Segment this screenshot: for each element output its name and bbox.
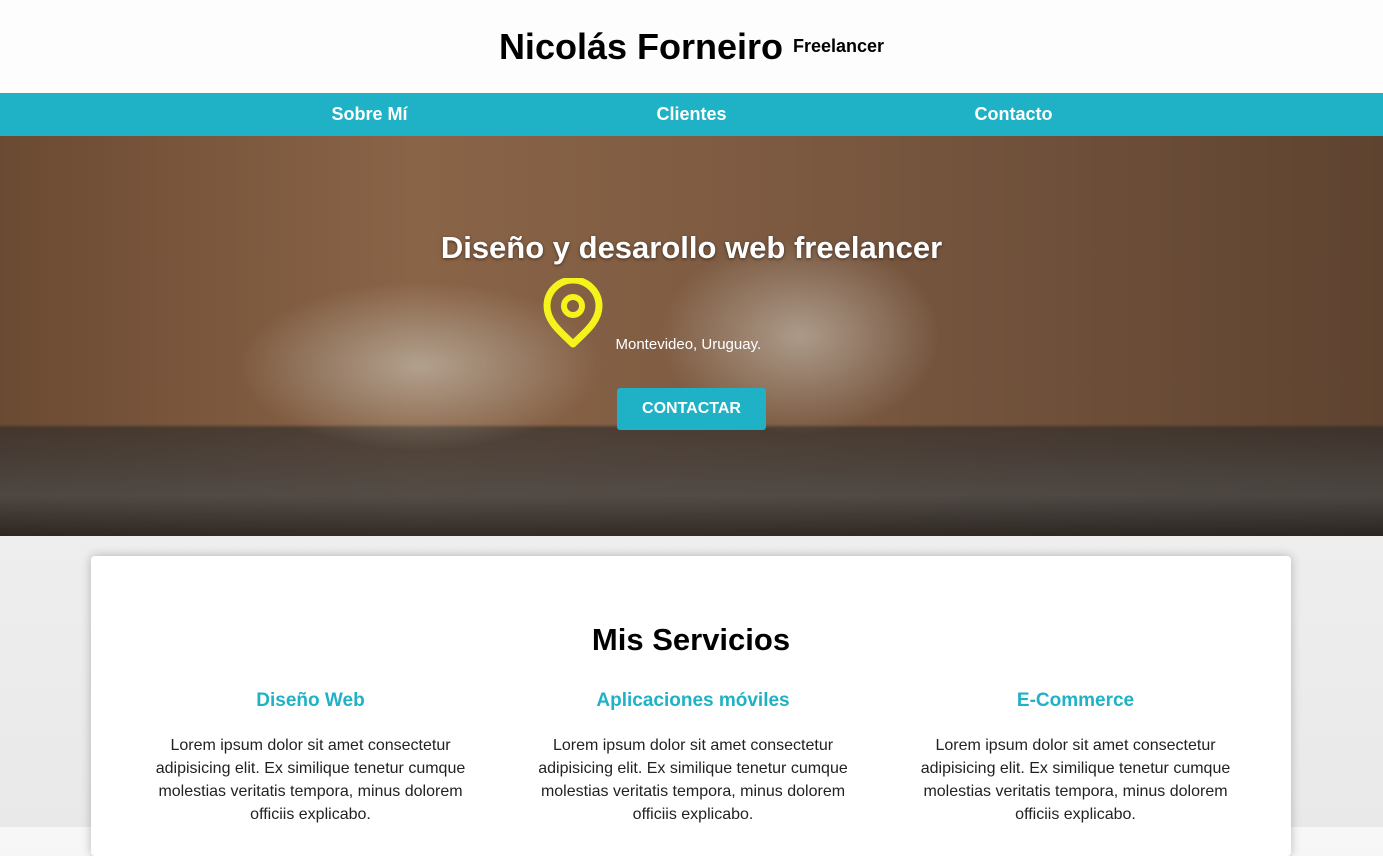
nav-sobre-mi[interactable]: Sobre Mí xyxy=(209,93,531,136)
site-subtitle: Freelancer xyxy=(793,36,885,56)
service-title: E-Commerce xyxy=(1016,690,1135,711)
service-title: Aplicaciones móviles xyxy=(596,690,790,711)
hero-heading: Diseño y desarollo web freelancer xyxy=(440,230,943,265)
map-pin-icon xyxy=(543,278,602,348)
service-text: Lorem ipsum dolor sit amet consectetur a… xyxy=(920,737,1231,823)
service-item: E-Commerce Lorem ipsum dolor sit amet co… xyxy=(903,690,1248,826)
service-text: Lorem ipsum dolor sit amet consectetur a… xyxy=(538,737,848,823)
location-text: Montevideo, Uruguay. xyxy=(615,336,762,353)
site-title: Nicolás Forneiro xyxy=(498,25,783,67)
nav-clientes[interactable]: Clientes xyxy=(531,93,853,136)
site-header: Nicolás Forneiro Freelancer xyxy=(0,0,1383,93)
services-card: Mis Servicios Diseño Web Lorem ipsum dol… xyxy=(91,556,1291,856)
service-item: Aplicaciones móviles Lorem ipsum dolor s… xyxy=(521,690,866,826)
contact-button[interactable]: CONTACTAR xyxy=(617,388,766,430)
services-title: Mis Servicios xyxy=(591,622,791,657)
service-title: Diseño Web xyxy=(256,690,365,711)
service-text: Lorem ipsum dolor sit amet consectetur a… xyxy=(155,737,466,823)
hero-section: Diseño y desarollo web freelancer Montev… xyxy=(0,136,1383,536)
location: Montevideo, Uruguay. xyxy=(542,278,842,358)
service-item: Diseño Web Lorem ipsum dolor sit amet co… xyxy=(138,690,483,826)
nav-contacto[interactable]: Contacto xyxy=(853,93,1175,136)
main-nav: Sobre Mí Clientes Contacto xyxy=(0,93,1383,136)
